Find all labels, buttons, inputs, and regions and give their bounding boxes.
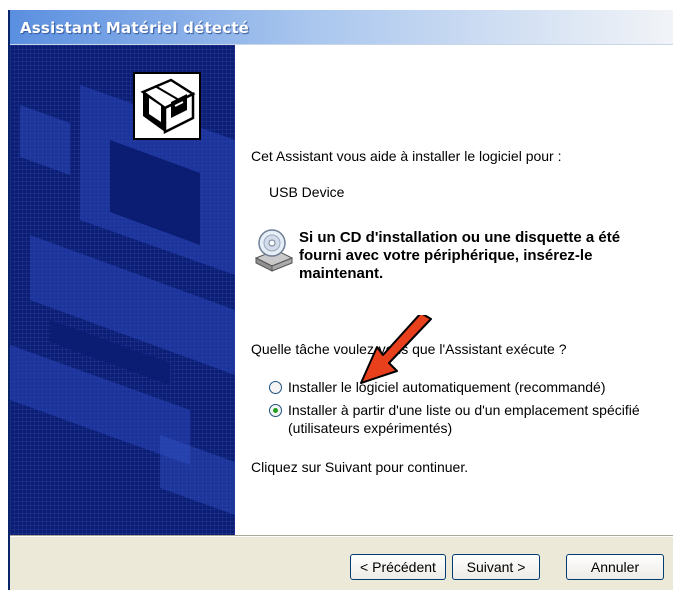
cd-message: Si un CD d'installation ou une disquette… [299,229,621,282]
window-title: Assistant Matériel détecté [20,19,250,37]
radio-automatic[interactable] [269,381,282,394]
wizard-window: Assistant Matériel détecté Cet Assistant… [8,10,673,590]
back-button[interactable]: < Précédent [350,554,446,580]
hardware-wizard-icon [133,72,201,140]
option-from-list-label[interactable]: Installer à partir d'une liste ou d'un e… [288,402,640,418]
continue-text: Cliquez sur Suivant pour continuer. [251,459,469,475]
next-button[interactable]: Suivant > [452,554,540,580]
radio-from-list[interactable] [269,404,282,417]
red-arrow-icon [360,315,432,384]
cd-drive-icon [254,228,294,272]
intro-text: Cet Assistant vous aide à installer le l… [251,148,562,164]
device-name: USB Device [269,184,345,200]
option-from-list-label-line2[interactable]: (utilisateurs expérimentés) [288,420,452,436]
sidebar-decoration [10,85,235,515]
option-automatic-label[interactable]: Installer le logiciel automatiquement (r… [288,379,605,395]
wizard-sidebar [10,45,235,535]
button-separator [10,535,673,537]
cancel-button[interactable]: Annuler [566,554,664,580]
title-bar[interactable]: Assistant Matériel détecté [10,10,673,45]
wizard-content: Cet Assistant vous aide à installer le l… [10,45,673,535]
